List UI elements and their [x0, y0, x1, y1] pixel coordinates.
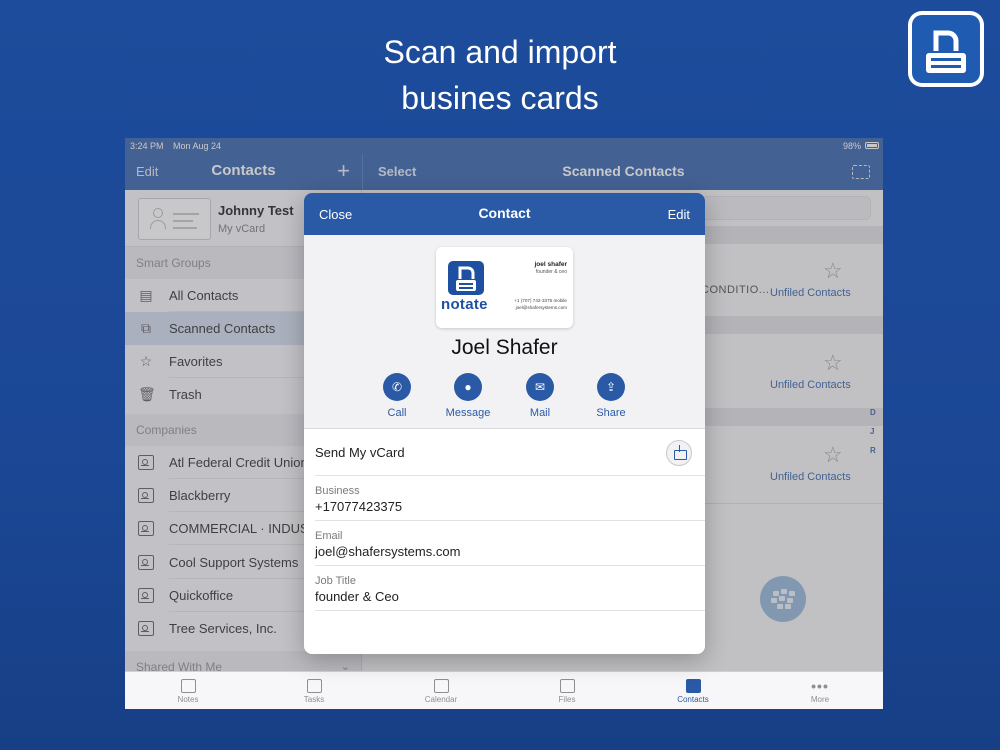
message-button[interactable]: ● Message [438, 373, 498, 419]
email-field[interactable]: Email joel@shafersystems.com [315, 521, 705, 566]
send-my-vcard-label: Send My vCard [315, 445, 405, 460]
files-icon [559, 679, 575, 693]
tab-label: Calendar [424, 695, 458, 704]
action-label: Mail [529, 407, 551, 419]
notate-card-logo [448, 261, 484, 295]
promo-headline-line-1: Scan and import [383, 34, 617, 70]
tab-tasks[interactable]: Tasks [251, 672, 377, 709]
field-label: Job Title [315, 575, 356, 587]
mail-button[interactable]: ✉ Mail [510, 373, 570, 419]
call-button[interactable]: ✆ Call [367, 373, 427, 419]
contacts-icon [685, 679, 701, 693]
card-brand-text: notate [441, 296, 488, 313]
card-role-text: founder & ceo [535, 269, 567, 275]
card-email-text: joel@shafersystems.com [515, 305, 567, 310]
action-label: Message [445, 407, 491, 419]
tab-label: Contacts [677, 695, 709, 704]
tab-label: More [810, 695, 830, 704]
tab-notes[interactable]: Notes [125, 672, 251, 709]
notate-app-logo [908, 11, 984, 87]
more-icon: ••• [811, 678, 829, 694]
promo-headline-line-2: busines cards [401, 80, 599, 116]
tab-label: Notes [177, 695, 199, 704]
card-phone-text: +1 (707) 742-3375 mobile [514, 298, 567, 303]
business-card-image[interactable]: notate joel shafer founder & ceo +1 (707… [436, 247, 573, 328]
tab-calendar[interactable]: Calendar [378, 672, 504, 709]
modal-title: Contact [478, 205, 531, 221]
modal-nav-bar: Close Contact Edit [304, 193, 705, 235]
field-label: Business [315, 485, 360, 497]
tab-contacts[interactable]: Contacts [630, 672, 756, 709]
edit-contact-button[interactable]: Edit [668, 207, 690, 222]
share-icon: ⇪ [597, 373, 625, 401]
business-phone-field[interactable]: Business +17077423375 [315, 476, 705, 521]
send-my-vcard-row[interactable]: Send My vCard [315, 429, 705, 476]
action-label: Call [387, 407, 407, 419]
field-value: founder & Ceo [315, 589, 399, 604]
card-name-text: joel shafer [534, 261, 567, 268]
notes-icon [180, 679, 196, 693]
share-vcard-icon[interactable] [666, 440, 692, 466]
tab-more[interactable]: ••• More [757, 672, 883, 709]
tab-files[interactable]: Files [504, 672, 630, 709]
phone-icon: ✆ [383, 373, 411, 401]
action-label: Share [596, 407, 626, 419]
message-icon: ● [454, 373, 482, 401]
share-button[interactable]: ⇪ Share [581, 373, 641, 419]
notate-logo-icon [926, 30, 966, 73]
mail-icon: ✉ [526, 373, 554, 401]
job-title-field[interactable]: Job Title founder & Ceo [315, 566, 705, 611]
tab-bar: Notes Tasks Calendar Files Contacts ••• … [125, 671, 883, 709]
calendar-icon [433, 679, 449, 693]
contact-name: Joel Shafer [451, 336, 558, 359]
tasks-icon [306, 679, 322, 693]
contact-modal: Close Contact Edit notate joel shafer fo… [304, 193, 705, 654]
ipad-screen: 3:24 PM Mon Aug 24 98% Edit Contacts + S… [125, 138, 883, 709]
field-value: +17077423375 [315, 499, 403, 514]
field-label: Email [315, 530, 343, 542]
field-value: joel@shafersystems.com [315, 544, 461, 559]
contact-header: notate joel shafer founder & ceo +1 (707… [304, 235, 705, 429]
tab-label: Files [558, 695, 576, 704]
tab-label: Tasks [303, 695, 325, 704]
